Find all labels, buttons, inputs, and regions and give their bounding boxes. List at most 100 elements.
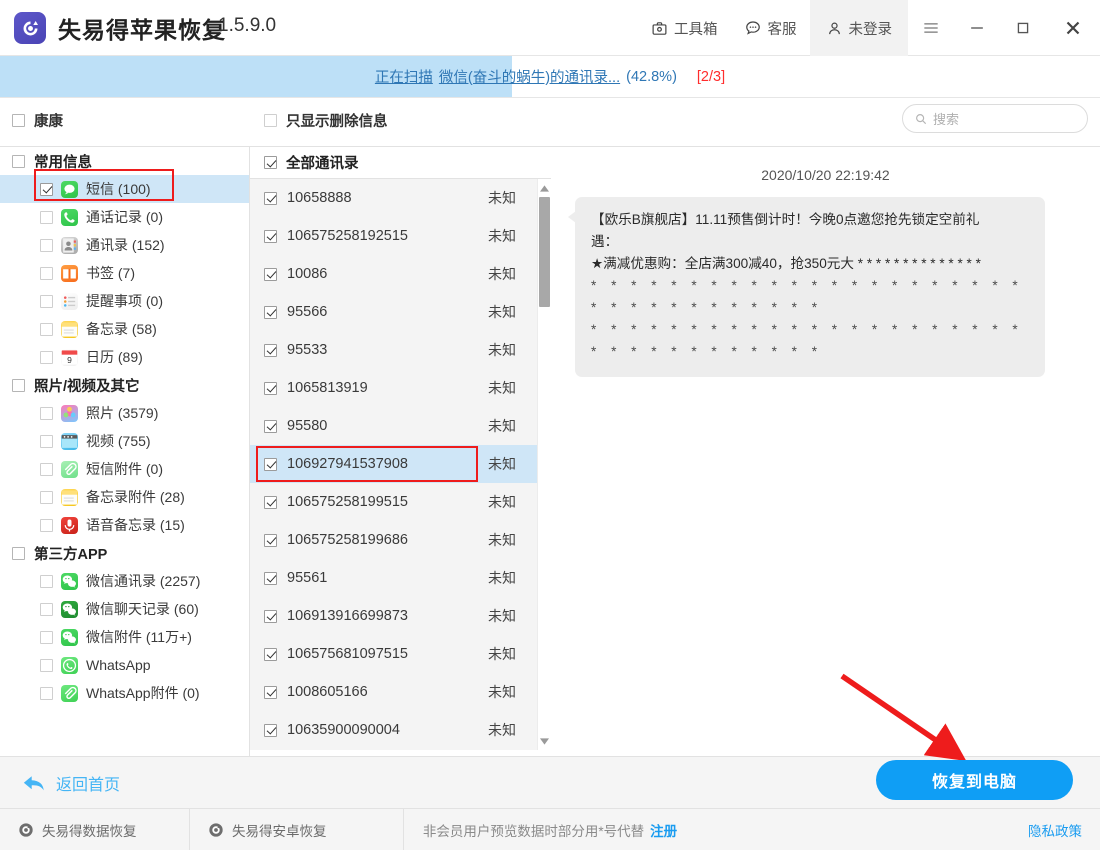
- tree-item-checkbox[interactable]: [40, 351, 53, 364]
- maximize-button[interactable]: [1000, 0, 1046, 56]
- tree-item-1-3[interactable]: 备忘录附件 (28): [0, 483, 249, 511]
- table-row[interactable]: 95533未知: [250, 331, 550, 369]
- footer-tab-android-recovery[interactable]: 失易得安卓恢复: [190, 809, 404, 850]
- row-checkbox[interactable]: [264, 572, 277, 585]
- only-deleted-row[interactable]: 只显示删除信息: [264, 110, 388, 131]
- recover-to-computer-button[interactable]: 恢复到电脑: [876, 760, 1073, 800]
- tree-item-checkbox[interactable]: [40, 295, 53, 308]
- support-button[interactable]: 客服: [731, 0, 810, 56]
- tree-group-2[interactable]: 第三方APP: [0, 539, 249, 567]
- row-checkbox[interactable]: [264, 230, 277, 243]
- row-checkbox[interactable]: [264, 610, 277, 623]
- table-row[interactable]: 10635900090004未知: [250, 711, 550, 749]
- tree-group-checkbox[interactable]: [12, 379, 25, 392]
- tree-item-2-2[interactable]: 微信附件 (11万+): [0, 623, 249, 651]
- tree-item-label: 微信聊天记录 (60): [86, 599, 199, 619]
- app-window: 失易得苹果恢复 1.5.9.0 工具箱 客服: [0, 0, 1100, 850]
- search-box[interactable]: 搜索: [902, 104, 1088, 133]
- tree-item-checkbox[interactable]: [40, 491, 53, 504]
- tree-item-checkbox[interactable]: [40, 435, 53, 448]
- scroll-up-arrow-icon[interactable]: [538, 181, 551, 195]
- row-checkbox[interactable]: [264, 724, 277, 737]
- table-row[interactable]: 106575681097515未知: [250, 635, 550, 673]
- table-row[interactable]: 10086未知: [250, 255, 550, 293]
- tree-item-1-4[interactable]: 语音备忘录 (15): [0, 511, 249, 539]
- list-header[interactable]: 全部通讯录: [250, 146, 551, 179]
- table-row[interactable]: 106575258192515未知: [250, 217, 550, 255]
- tree-item-checkbox[interactable]: [40, 239, 53, 252]
- table-row[interactable]: 106913916699873未知: [250, 597, 550, 635]
- tree-item-2-4[interactable]: WhatsApp附件 (0): [0, 679, 249, 707]
- tree-item-checkbox[interactable]: [40, 211, 53, 224]
- tree-item-0-5[interactable]: 备忘录 (58): [0, 315, 249, 343]
- tree-item-checkbox[interactable]: [40, 575, 53, 588]
- row-checkbox[interactable]: [264, 420, 277, 433]
- register-link[interactable]: 注册: [650, 820, 677, 840]
- tree-item-0-6[interactable]: 9日历 (89): [0, 343, 249, 371]
- table-row[interactable]: 95566未知: [250, 293, 550, 331]
- scroll-down-arrow-icon[interactable]: [538, 734, 551, 748]
- back-home-button[interactable]: 返回首页: [22, 771, 120, 795]
- tree-group-1[interactable]: 照片/视频及其它: [0, 371, 249, 399]
- tree-item-0-3[interactable]: 书签 (7): [0, 259, 249, 287]
- only-deleted-checkbox[interactable]: [264, 114, 277, 127]
- privacy-policy-link[interactable]: 隐私政策: [1028, 809, 1082, 850]
- tree-group-checkbox[interactable]: [12, 155, 25, 168]
- list-scrollbar[interactable]: [537, 179, 551, 750]
- row-checkbox[interactable]: [264, 268, 277, 281]
- tree-item-checkbox[interactable]: [40, 603, 53, 616]
- tree-item-checkbox[interactable]: [40, 519, 53, 532]
- tree-item-label: 提醒事项 (0): [86, 291, 163, 311]
- tree-item-checkbox[interactable]: [40, 687, 53, 700]
- row-checkbox[interactable]: [264, 382, 277, 395]
- row-checkbox[interactable]: [264, 686, 277, 699]
- tree-item-0-1[interactable]: 通话记录 (0): [0, 203, 249, 231]
- row-checkbox[interactable]: [264, 344, 277, 357]
- tree-item-checkbox[interactable]: [40, 631, 53, 644]
- tree-item-2-3[interactable]: WhatsApp: [0, 651, 249, 679]
- table-row[interactable]: 1008605166未知: [250, 673, 550, 711]
- minimize-button[interactable]: [954, 0, 1000, 56]
- tree-item-checkbox[interactable]: [40, 267, 53, 280]
- scrollbar-thumb[interactable]: [539, 197, 550, 307]
- tree-item-2-1[interactable]: 微信聊天记录 (60): [0, 595, 249, 623]
- tree-item-checkbox[interactable]: [40, 183, 53, 196]
- menu-button[interactable]: [908, 0, 954, 56]
- close-button[interactable]: [1046, 0, 1100, 56]
- tree-item-1-1[interactable]: 视频 (755): [0, 427, 249, 455]
- row-number: 10635900090004: [287, 722, 400, 738]
- row-checkbox[interactable]: [264, 458, 277, 471]
- tree-item-checkbox[interactable]: [40, 407, 53, 420]
- table-row[interactable]: 106927941537908未知: [250, 445, 550, 483]
- table-row[interactable]: 95561未知: [250, 559, 550, 597]
- device-checkbox-row[interactable]: 康康: [12, 110, 63, 131]
- row-checkbox[interactable]: [264, 496, 277, 509]
- select-all-checkbox[interactable]: [264, 156, 277, 169]
- table-row[interactable]: 106575258199686未知: [250, 521, 550, 559]
- row-checkbox[interactable]: [264, 648, 277, 661]
- row-checkbox[interactable]: [264, 306, 277, 319]
- tree-item-checkbox[interactable]: [40, 323, 53, 336]
- tree-item-0-2[interactable]: 通讯录 (152): [0, 231, 249, 259]
- tree-item-0-4[interactable]: 提醒事项 (0): [0, 287, 249, 315]
- row-checkbox[interactable]: [264, 534, 277, 547]
- tree-item-checkbox[interactable]: [40, 463, 53, 476]
- table-row[interactable]: 95580未知: [250, 407, 550, 445]
- tree-group-0[interactable]: 常用信息: [0, 147, 249, 175]
- device-checkbox[interactable]: [12, 114, 25, 127]
- table-row[interactable]: 106575258199515未知: [250, 483, 550, 521]
- search-input[interactable]: 搜索: [933, 109, 959, 128]
- toolbox-button[interactable]: 工具箱: [638, 0, 731, 56]
- table-row[interactable]: 1065813919未知: [250, 369, 550, 407]
- tree-item-1-2[interactable]: 短信附件 (0): [0, 455, 249, 483]
- login-button[interactable]: 未登录: [810, 0, 909, 56]
- row-checkbox[interactable]: [264, 192, 277, 205]
- tree-item-0-0[interactable]: 短信 (100): [0, 175, 249, 203]
- table-row[interactable]: 10658888未知: [250, 179, 550, 217]
- footer-tab-data-recovery[interactable]: 失易得数据恢复: [0, 809, 190, 850]
- tree-item-1-0[interactable]: 照片 (3579): [0, 399, 249, 427]
- tree-item-2-0[interactable]: 微信通讯录 (2257): [0, 567, 249, 595]
- tree-item-checkbox[interactable]: [40, 659, 53, 672]
- message-list[interactable]: 10658888未知106575258192515未知10086未知95566未…: [250, 179, 551, 750]
- tree-group-checkbox[interactable]: [12, 547, 25, 560]
